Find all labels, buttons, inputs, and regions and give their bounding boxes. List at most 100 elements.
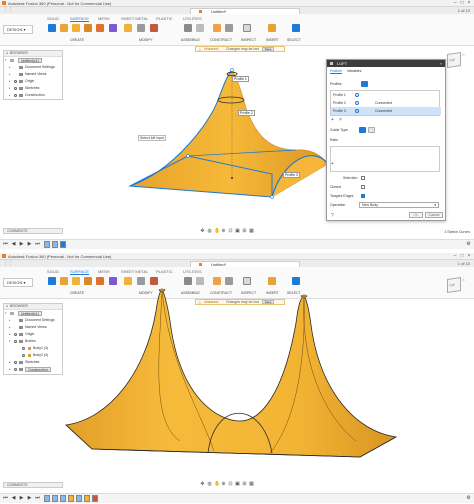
viewports-icon[interactable]: ▦ [249,482,254,487]
previous-step-icon[interactable]: ◀ [11,496,16,501]
tab-mesh[interactable]: MESH [98,16,110,21]
profile-row[interactable]: Profile 2 Connected [331,99,441,107]
play-icon[interactable]: ▶ [19,496,24,501]
patch-icon[interactable] [109,24,117,32]
timeline-sketch-item[interactable] [52,495,58,502]
fit-icon[interactable]: ⊡ [228,482,233,487]
timeline-sketch-item[interactable] [44,241,50,248]
display-settings-icon[interactable]: ▣ [235,229,240,234]
dialog-expand-icon[interactable]: » [440,60,442,67]
look-at-icon[interactable]: ◍ [207,482,212,487]
add-rail-icon[interactable]: + [331,161,334,167]
axis-icon[interactable] [225,24,233,32]
profile-row[interactable]: Profile 1 [331,91,441,99]
timeline-sketch-item[interactable] [76,495,82,502]
tab-solid[interactable]: SOLID [47,16,59,21]
sketch-point[interactable] [230,68,234,72]
create-sketch-icon[interactable] [48,24,56,32]
offset-plane-icon[interactable] [213,24,221,32]
timeline-loft-item[interactable] [84,495,90,502]
maximize-icon[interactable]: □ [459,253,465,259]
remove-profile-icon[interactable]: × [339,117,342,123]
select-icon[interactable] [292,24,300,32]
selection-checkbox[interactable] [361,176,365,180]
group-assemble[interactable]: ASSEMBLE [181,38,200,42]
tab-feature[interactable]: Feature [330,69,343,74]
timeline-sketch-item[interactable] [44,495,50,502]
add-profile-icon[interactable]: + [331,117,334,123]
loft-icon[interactable] [96,24,104,32]
sketch-point[interactable] [186,154,190,158]
guide-centerline-button[interactable] [368,127,375,133]
group-construct[interactable]: CONSTRUCT [210,38,232,42]
tab-plastic[interactable]: PLASTIC [156,269,173,274]
save-button[interactable]: Save [262,47,274,51]
ok-button[interactable]: OK [409,212,423,218]
closed-checkbox[interactable] [361,185,365,189]
help-icon[interactable]: ? [331,213,334,219]
tab-utilities[interactable]: UTILITIES [183,16,202,21]
tab-solid[interactable]: SOLID [47,269,59,274]
tab-plastic[interactable]: PLASTIC [156,16,173,21]
profiles-select-button[interactable] [361,81,368,87]
cancel-button[interactable]: Cancel [425,212,443,218]
tent-surface[interactable] [65,288,398,458]
job-status[interactable]: 1 of 10 [458,261,470,266]
minimize-icon[interactable]: – [452,253,458,259]
group-create[interactable]: CREATE [70,38,84,42]
sketch-point[interactable] [231,177,233,179]
grid-icon[interactable]: ⊞ [242,482,247,487]
close-icon[interactable]: × [466,0,472,6]
tab-variables[interactable]: Variables [347,69,361,73]
zoom-icon[interactable]: ⊕ [221,482,226,487]
workspace-switcher[interactable]: DESIGN ▾ [3,25,33,34]
timeline-sketch-item[interactable] [60,241,66,248]
offset-icon[interactable] [124,24,132,32]
rails-list[interactable] [330,146,440,172]
app-grid-icon[interactable]: ⋮⋮ [3,8,13,13]
tangent-edges-checkbox[interactable] [361,194,365,198]
tab-sheet-metal[interactable]: SHEET METAL [121,269,148,274]
job-status[interactable]: 1 of 10 [458,8,470,13]
tab-sheet-metal[interactable]: SHEET METAL [121,16,148,21]
insert-derive-icon[interactable] [268,24,276,32]
operation-dropdown[interactable]: New Body ▾ [359,202,439,208]
pan-icon[interactable]: ✋ [214,229,220,234]
play-icon[interactable]: ▶ [19,242,24,247]
timeline-sketch-item[interactable] [52,241,58,248]
timeline-loft-item[interactable] [68,495,74,502]
orbit-icon[interactable]: ✥ [200,482,205,487]
profile-row-condition[interactable]: Connected [375,99,392,107]
close-icon[interactable]: × [466,253,472,259]
profile-row-selected[interactable]: Profile 3 Connected [331,107,441,115]
minimize-icon[interactable]: – [452,0,458,6]
pan-icon[interactable]: ✋ [214,482,220,487]
viewports-icon[interactable]: ▦ [249,229,254,234]
loft-dialog-header[interactable]: LOFT » [327,60,445,67]
group-select[interactable]: SELECT [287,38,301,42]
orbit-icon[interactable]: ✥ [200,229,205,234]
look-at-icon[interactable]: ◍ [207,229,212,234]
display-settings-icon[interactable]: ▣ [235,482,240,487]
app-grid-icon[interactable]: ⋮⋮ [3,261,13,266]
joint-icon[interactable] [184,24,192,32]
last-step-icon[interactable]: ⏭ [35,496,40,501]
measure-icon[interactable] [243,24,251,32]
timeline-feature-item[interactable] [92,495,98,502]
group-modify[interactable]: MODIFY [139,38,153,42]
tab-mesh[interactable]: MESH [98,269,110,274]
maximize-icon[interactable]: □ [459,0,465,6]
sketch-point[interactable] [270,195,274,199]
fit-icon[interactable]: ⊡ [228,229,233,234]
tab-utilities[interactable]: UTILITIES [183,269,202,274]
last-step-icon[interactable]: ⏭ [35,242,40,247]
tab-surface[interactable]: SURFACE [70,16,89,22]
guide-rails-button[interactable] [359,127,366,133]
group-inspect[interactable]: INSPECT [241,38,256,42]
trim-icon[interactable] [137,24,145,32]
group-insert[interactable]: INSERT [266,38,279,42]
extrude-icon[interactable] [60,24,68,32]
revolve-icon[interactable] [72,24,80,32]
zoom-icon[interactable]: ⊕ [221,229,226,234]
timeline-settings-icon[interactable]: ⚙ [466,496,471,501]
